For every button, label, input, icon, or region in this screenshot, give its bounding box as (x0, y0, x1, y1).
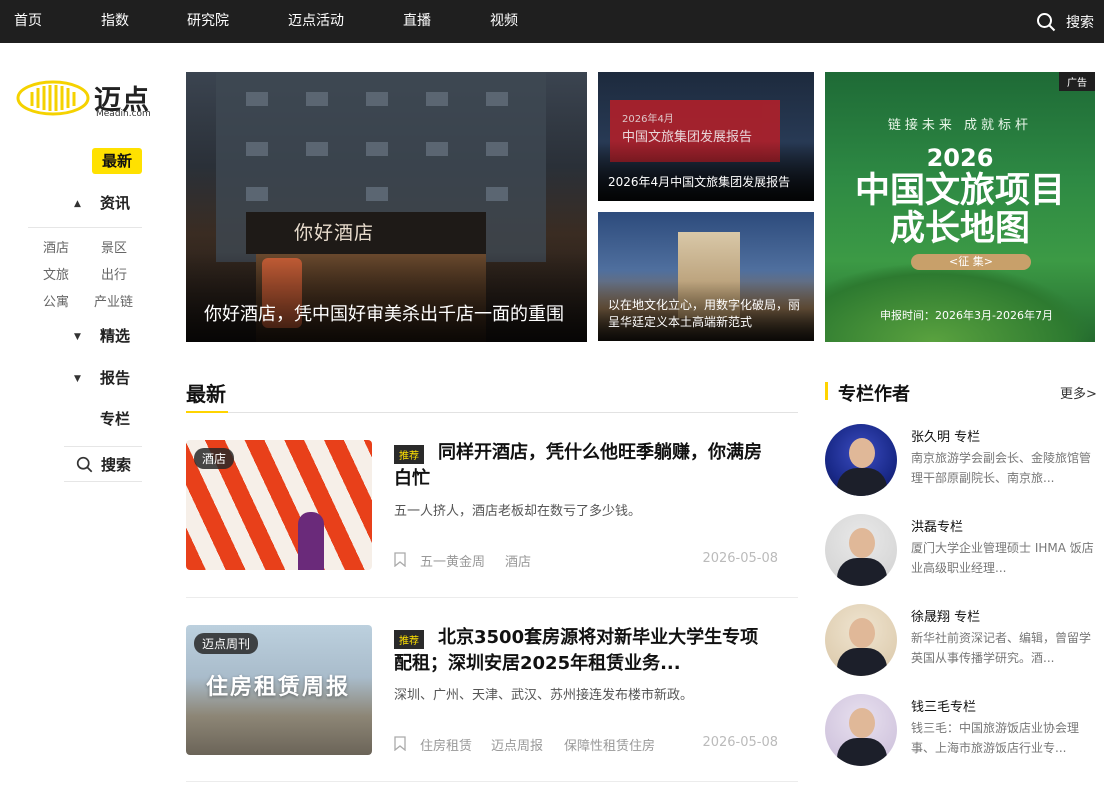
caret-down-icon: ▼ (74, 373, 81, 384)
article-tag[interactable]: 酒店 (505, 551, 531, 570)
top-search-label: 搜索 (1066, 14, 1094, 31)
article-title[interactable]: 同样开酒店，凭什么他旺季躺赚，你满房白忙 (394, 440, 774, 492)
article-category-tag[interactable]: 酒店 (194, 448, 235, 469)
sidebar-item-label: 精选 (100, 327, 131, 345)
columnist-name[interactable]: 张久明 专栏 (911, 426, 980, 445)
article-tag[interactable]: 迈点周报 (491, 735, 543, 754)
article-desc: 五一人挤人，酒店老板却在数亏了多少钱。 (394, 504, 642, 519)
sidebar-item-featured[interactable]: ▼ 精选 (74, 324, 130, 348)
search-icon (1037, 12, 1056, 31)
top-nav: 首页 指数 研究院 迈点活动 直播 视频 搜索 (0, 0, 1104, 43)
sidebar-item-label: 资讯 (100, 194, 131, 212)
columnist-bio: 厦门大学企业管理硕士 IHMA 饭店业高级职业经理... (911, 541, 1094, 575)
ad-slogan: 链接未来 成就标杆 (887, 118, 1033, 133)
sidebar-sub-hotel[interactable]: 酒店 (43, 237, 69, 256)
sidebar-divider (28, 227, 142, 228)
sidebar-divider (64, 446, 142, 447)
sidebar-sub-travel[interactable]: 出行 (101, 264, 127, 283)
logo-eye-icon (16, 80, 90, 116)
ad-year: 2026 (926, 144, 994, 172)
article-date: 2026-05-08 (702, 735, 778, 750)
article-desc: 深圳、广州、天津、武汉、苏州接连发布楼市新政。 (394, 688, 694, 703)
sidebar-search-button[interactable]: 搜索 (76, 454, 131, 475)
article-meta: 五一黄金周 酒店 2026-05-08 (394, 551, 778, 570)
sidebar-sub-culture-tourism[interactable]: 文旅 (43, 264, 69, 283)
columnist-bio: 钱三毛：中国旅游饭店业协会理事、上海市旅游饭店行业专... (911, 721, 1080, 755)
hero-main-caption: 你好酒店，凭中国好审美杀出千店一面的重围 (204, 304, 564, 325)
ad-banner[interactable]: 广告 链接未来 成就标杆 2026 中国文旅项目 成长地图 <征 集> 申报时间… (825, 72, 1095, 342)
nav-live[interactable]: 直播 (403, 0, 431, 43)
columnist-item[interactable]: 徐晟翔 专栏 新华社前资深记者、编辑，曾留学英国从事传播学研究。酒... (825, 604, 1095, 676)
sidebar-divider (64, 481, 142, 482)
article-tag[interactable]: 保障性租赁住房 (564, 735, 655, 754)
hero-side-card-report[interactable]: 2026年4月 中国文旅集团发展报告 2026年4月中国文旅集团发展报告 (598, 72, 814, 201)
hero-side-caption: 以在地文化立心，用数字化破局，丽呈华廷定义本土高端新范式 (608, 298, 801, 329)
hero-main-card[interactable]: 你好酒店 你好酒店，凭中国好审美杀出千店一面的重围 (186, 72, 587, 342)
sidebar-item-latest[interactable]: 最新 (92, 148, 142, 174)
hero-hotel-sign: 你好酒店 (246, 212, 486, 254)
site-logo[interactable]: 迈点 Meadin.com (16, 78, 156, 119)
top-search-button[interactable]: 搜索 (1036, 0, 1094, 43)
columnist-bio: 新华社前资深记者、编辑，曾留学英国从事传播学研究。酒... (911, 631, 1092, 665)
sidebar-item-column[interactable]: 专栏 (74, 407, 130, 431)
sidebar-item-label: 报告 (100, 369, 131, 387)
columnist-name[interactable]: 徐晟翔 专栏 (911, 606, 980, 625)
columnist-item[interactable]: 张久明 专栏 南京旅游学会副会长、金陵旅馆管理干部原副院长、南京旅... (825, 424, 1095, 496)
sidebar-sub-scenic[interactable]: 景区 (101, 237, 127, 256)
bookmark-icon[interactable] (394, 736, 406, 751)
sidebar-sub-apartment[interactable]: 公寓 (43, 291, 69, 310)
nav-home[interactable]: 首页 (14, 0, 42, 43)
search-icon (76, 456, 93, 473)
article-meta: 住房租赁 迈点周报 保障性租赁住房 2026-05-08 (394, 735, 778, 754)
caret-up-icon: ▲ (74, 198, 81, 209)
ad-title-line1: 中国文旅项目 (854, 171, 1065, 211)
columnist-bio: 南京旅游学会副会长、金陵旅馆管理干部原副院长、南京旅... (911, 451, 1092, 485)
nav-events[interactable]: 迈点活动 (288, 0, 344, 43)
caret-down-icon: ▼ (74, 331, 81, 342)
columnist-name[interactable]: 洪磊专栏 (911, 516, 963, 535)
article-date: 2026-05-08 (702, 551, 778, 566)
latest-section-title: 最新 (186, 382, 226, 406)
banner-date: 2026年4月 (622, 114, 674, 125)
sidebar-item-news[interactable]: ▲ 资讯 (74, 191, 130, 215)
sidebar-item-label: 专栏 (100, 410, 131, 428)
avatar[interactable] (825, 694, 897, 766)
ad-title-line2: 成长地图 (889, 209, 1030, 249)
hero-side-card-hotel[interactable]: 以在地文化立心，用数字化破局，丽呈华廷定义本土高端新范式 (598, 212, 814, 341)
article-title[interactable]: 北京3500套房源将对新毕业大学生专项配租；深圳安居2025年租赁业务... (394, 625, 774, 677)
article-item[interactable]: 酒店 推荐 同样开酒店，凭什么他旺季躺赚，你满房白忙 五一人挤人，酒店老板却在数… (186, 440, 798, 598)
nav-video[interactable]: 视频 (490, 0, 518, 43)
avatar[interactable] (825, 514, 897, 586)
article-tag[interactable]: 住房租赁 (420, 735, 472, 754)
columnist-name[interactable]: 钱三毛专栏 (911, 696, 976, 715)
hero-side-caption: 2026年4月中国文旅集团发展报告 (608, 175, 791, 189)
logo-subtext: Meadin.com (96, 109, 151, 119)
columnist-item[interactable]: 钱三毛专栏 钱三毛：中国旅游饭店业协会理事、上海市旅游饭店行业专... (825, 694, 1095, 766)
ad-period: 申报时间：2026年3月-2026年7月 (880, 309, 1053, 322)
nav-index[interactable]: 指数 (101, 0, 129, 43)
avatar[interactable] (825, 604, 897, 676)
thumbnail-text: 住房租赁周报 (206, 675, 351, 700)
nav-research[interactable]: 研究院 (187, 0, 229, 43)
columnist-item[interactable]: 洪磊专栏 厦门大学企业管理硕士 IHMA 饭店业高级职业经理... (825, 514, 1095, 586)
article-tag[interactable]: 五一黄金周 (420, 551, 485, 570)
article-item[interactable]: 住房租赁周报 迈点周刊 推荐 北京3500套房源将对新毕业大学生专项配租；深圳安… (186, 625, 798, 783)
article-thumbnail[interactable]: 酒店 (186, 440, 372, 570)
avatar[interactable] (825, 424, 897, 496)
sidebar-sub-industry-chain[interactable]: 产业链 (94, 291, 133, 310)
columnists-more-link[interactable]: 更多> (1060, 383, 1097, 402)
article-thumbnail[interactable]: 住房租赁周报 迈点周刊 (186, 625, 372, 755)
bookmark-icon[interactable] (394, 552, 406, 567)
ad-badge: 广告 (1059, 72, 1095, 91)
columnists-title: 专栏作者 (838, 384, 910, 405)
sidebar-item-reports[interactable]: ▼ 报告 (74, 366, 130, 390)
article-category-tag[interactable]: 迈点周刊 (194, 633, 259, 654)
ad-collect-pill: <征 集> (911, 254, 1031, 270)
sidebar-search-label: 搜索 (101, 456, 132, 474)
